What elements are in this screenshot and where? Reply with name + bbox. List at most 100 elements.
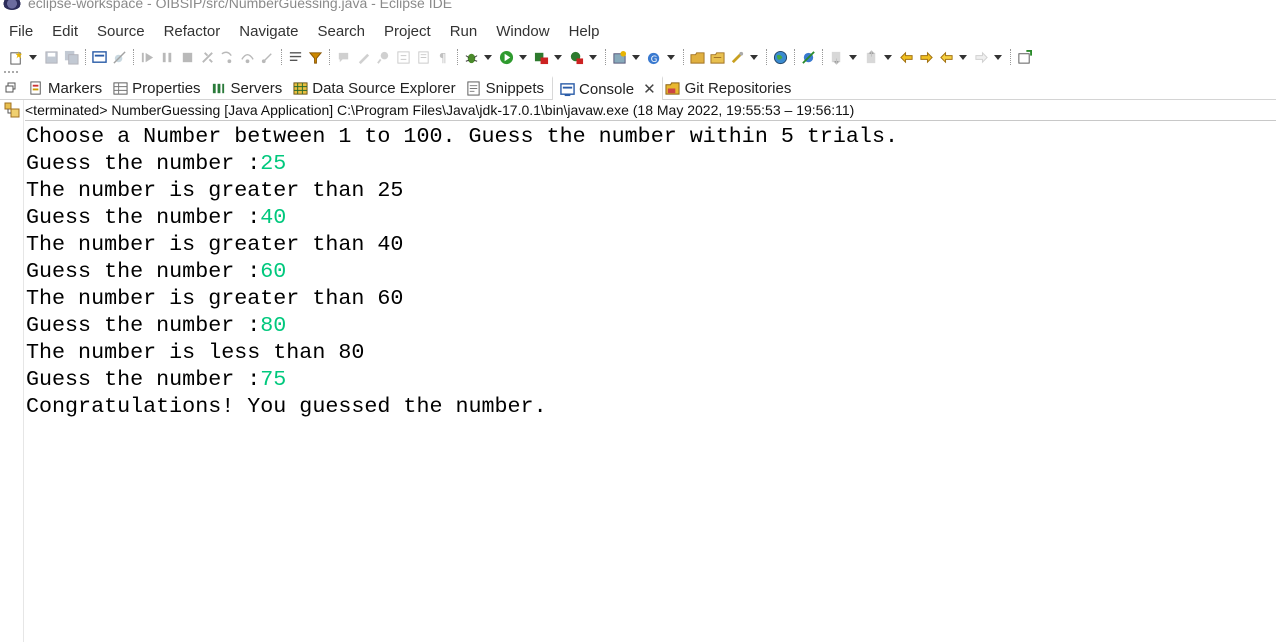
console-line: The number is greater than 60 — [26, 285, 1266, 312]
output-text: The number is less than 80 — [26, 340, 365, 365]
new-dropdown-icon[interactable] — [28, 49, 37, 65]
open-task-icon[interactable] — [800, 49, 816, 65]
resume-icon[interactable] — [139, 49, 155, 65]
user-input: 80 — [260, 313, 287, 338]
console-line: The number is less than 80 — [26, 339, 1266, 366]
forward-edit-icon[interactable] — [918, 49, 934, 65]
tab-data-source-explorer[interactable]: Data Source Explorer — [290, 76, 463, 100]
debug-filter-icon[interactable] — [307, 49, 323, 65]
coverage-dropdown-icon[interactable] — [553, 49, 562, 65]
menu-help[interactable]: Help — [569, 23, 600, 40]
external-tools-icon[interactable] — [568, 49, 584, 65]
menu-run[interactable]: Run — [450, 23, 478, 40]
forward-icon[interactable] — [973, 49, 989, 65]
save-all-icon[interactable] — [63, 49, 79, 65]
title-bar: eclipse-workspace - OIBSIP/src/NumberGue… — [0, 0, 1276, 14]
console-line: Choose a Number between 1 to 100. Guess … — [26, 123, 1266, 150]
tab-label: Servers — [230, 79, 283, 97]
menu-window[interactable]: Window — [496, 23, 549, 40]
word-wrap-icon[interactable] — [415, 49, 431, 65]
properties-icon — [112, 80, 128, 96]
output-text: Guess the number : — [26, 205, 261, 230]
toolbar-separator — [329, 49, 330, 65]
pen-icon[interactable] — [355, 49, 371, 65]
menu-refactor[interactable]: Refactor — [164, 23, 221, 40]
debug-icon[interactable] — [463, 49, 479, 65]
servers-icon — [211, 80, 227, 96]
step-return-icon[interactable] — [259, 49, 275, 65]
new-java-class-dropdown-icon[interactable] — [666, 49, 675, 65]
tab-markers[interactable]: Markers — [26, 76, 110, 100]
open-type-icon[interactable] — [689, 49, 705, 65]
new-server-icon[interactable] — [611, 49, 627, 65]
next-annotation-icon[interactable] — [828, 49, 844, 65]
user-input: 40 — [260, 205, 287, 230]
toolbar-separator — [822, 49, 823, 65]
use-step-filters-icon[interactable] — [287, 49, 303, 65]
globe-icon[interactable] — [772, 49, 788, 65]
run-icon[interactable] — [498, 49, 514, 65]
tab-git-repositories[interactable]: Git Repositories — [663, 76, 800, 100]
coverage-icon[interactable] — [533, 49, 549, 65]
output-text: The number is greater than 60 — [26, 286, 404, 311]
main-toolbar: ¶ G — [0, 46, 1276, 68]
show-whitespace-icon[interactable]: ¶ — [435, 49, 451, 65]
divider — [25, 120, 1276, 121]
left-trim-stack — [0, 100, 24, 642]
menu-edit[interactable]: Edit — [52, 23, 78, 40]
search-tool-icon[interactable] — [729, 49, 745, 65]
open-console-icon[interactable] — [91, 49, 107, 65]
tab-console[interactable]: Console ✕ — [552, 76, 663, 100]
save-icon[interactable] — [43, 49, 59, 65]
suspend-icon[interactable] — [159, 49, 175, 65]
back-dropdown-icon[interactable] — [958, 49, 967, 65]
console-line: Guess the number :80 — [26, 312, 1266, 339]
next-annotation-dropdown-icon[interactable] — [848, 49, 857, 65]
previous-annotation-dropdown-icon[interactable] — [883, 49, 892, 65]
skip-breakpoints-icon[interactable] — [111, 49, 127, 65]
new-java-class-icon[interactable]: G — [646, 49, 662, 65]
toolbar-separator — [457, 49, 458, 65]
tab-snippets[interactable]: Snippets — [464, 76, 552, 100]
toolbar-separator — [605, 49, 606, 65]
external-tools-dropdown-icon[interactable] — [588, 49, 597, 65]
forward-dropdown-icon[interactable] — [993, 49, 1002, 65]
git-repositories-icon — [665, 80, 681, 96]
back-icon[interactable] — [938, 49, 954, 65]
run-dropdown-icon[interactable] — [518, 49, 527, 65]
data-source-explorer-icon — [292, 80, 308, 96]
pin-icon[interactable] — [375, 49, 391, 65]
console-line: Guess the number :40 — [26, 204, 1266, 231]
tab-label: Properties — [132, 79, 201, 97]
menu-source[interactable]: Source — [97, 23, 145, 40]
last-edit-location-icon[interactable] — [898, 49, 914, 65]
open-perspective-icon[interactable] — [1016, 49, 1032, 65]
menu-file[interactable]: File — [9, 23, 33, 40]
new-server-dropdown-icon[interactable] — [631, 49, 640, 65]
new-icon[interactable] — [8, 49, 24, 65]
tab-servers[interactable]: Servers — [209, 76, 291, 100]
terminate-icon[interactable] — [179, 49, 195, 65]
view-tab-bar: Markers Properties Servers Data Source E… — [0, 76, 1276, 100]
disconnect-icon[interactable] — [199, 49, 215, 65]
debug-dropdown-icon[interactable] — [483, 49, 492, 65]
previous-annotation-icon[interactable] — [863, 49, 879, 65]
tab-properties[interactable]: Properties — [110, 76, 208, 100]
menu-project[interactable]: Project — [384, 23, 431, 40]
step-over-icon[interactable] — [239, 49, 255, 65]
open-resource-icon[interactable] — [709, 49, 725, 65]
block-selection-icon[interactable] — [395, 49, 411, 65]
snippets-icon — [466, 80, 482, 96]
annotation-next-icon[interactable] — [335, 49, 351, 65]
restore-icon[interactable] — [5, 81, 17, 93]
output-text: Guess the number : — [26, 367, 261, 392]
step-into-icon[interactable] — [219, 49, 235, 65]
console-output[interactable]: Choose a Number between 1 to 100. Guess … — [26, 123, 1266, 420]
menu-navigate[interactable]: Navigate — [239, 23, 298, 40]
search-tool-dropdown-icon[interactable] — [749, 49, 758, 65]
console-icon — [559, 81, 575, 97]
menu-search[interactable]: Search — [317, 23, 365, 40]
close-icon[interactable]: ✕ — [643, 82, 656, 97]
menu-bar: File Edit Source Refactor Navigate Searc… — [0, 19, 618, 43]
package-explorer-icon[interactable] — [4, 102, 20, 118]
